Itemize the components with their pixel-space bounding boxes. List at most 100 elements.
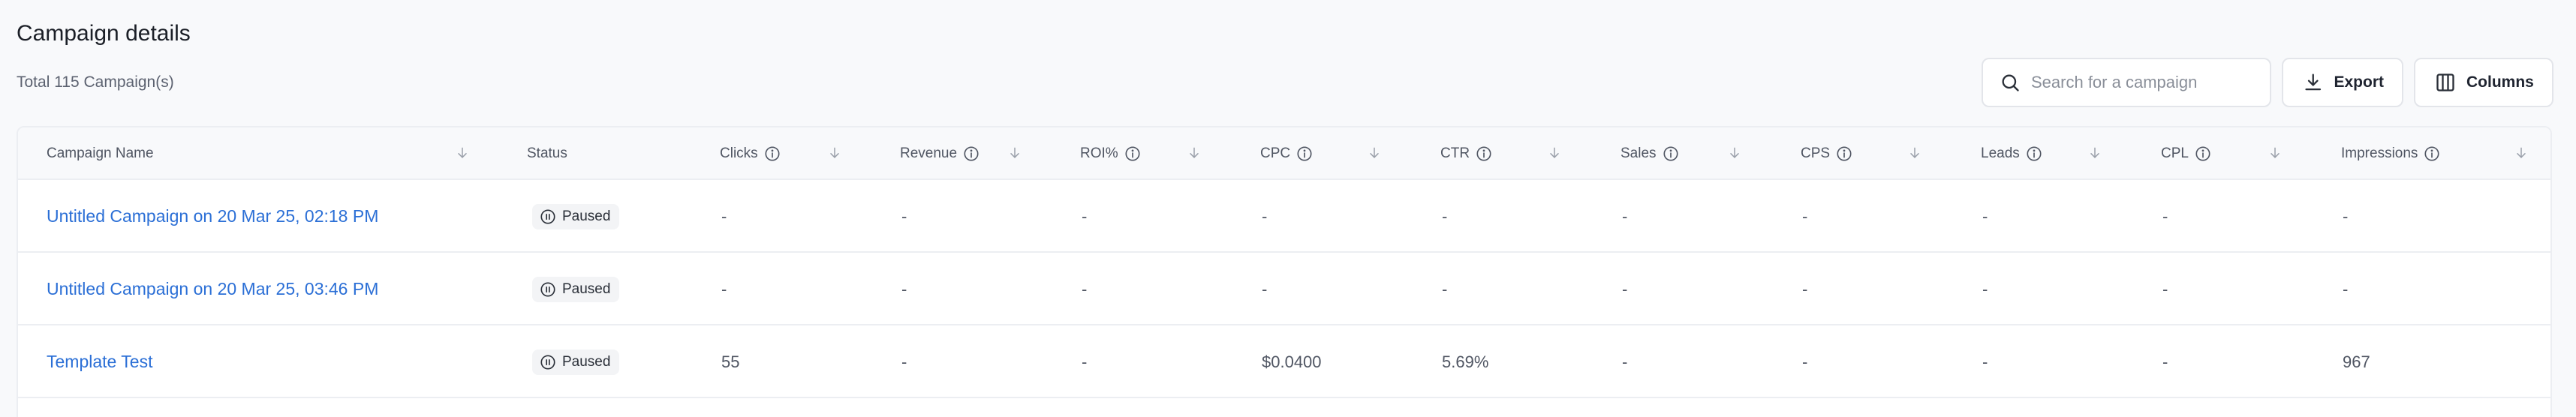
cell-value: 55 xyxy=(721,352,740,371)
cell-status: Paused xyxy=(532,253,620,326)
cell-value: - xyxy=(1622,352,1628,371)
download-icon xyxy=(2305,74,2322,91)
column-header-label: CPL xyxy=(2161,146,2189,161)
cell-value: - xyxy=(1082,352,1088,371)
cell-value: - xyxy=(1622,206,1628,226)
cell-value: - xyxy=(2162,352,2168,371)
sort-arrow-icon[interactable] xyxy=(1007,146,1022,164)
export-button[interactable]: Export xyxy=(2282,58,2403,107)
search-input[interactable] xyxy=(2031,73,2256,92)
columns-label: Columns xyxy=(2466,74,2534,91)
column-header-label: Sales xyxy=(1621,146,1657,161)
table-row[interactable]: Untitled Campaign on 20 Mar 25, 02:18 PM… xyxy=(18,180,2550,253)
sort-arrow-icon[interactable] xyxy=(827,146,842,164)
sort-arrow-icon[interactable] xyxy=(1187,146,1202,164)
cell-clicks: 55 xyxy=(721,326,739,398)
cell-ctr: 5.69% xyxy=(1442,326,1488,398)
status-label: Paused xyxy=(562,280,611,297)
column-header-status[interactable]: Status xyxy=(527,128,567,180)
cell-value: - xyxy=(1442,206,1448,226)
info-icon[interactable] xyxy=(1663,146,1679,162)
info-icon[interactable] xyxy=(2424,146,2440,162)
cell-value: - xyxy=(1442,279,1448,298)
export-label: Export xyxy=(2334,74,2384,91)
info-icon[interactable] xyxy=(2026,146,2042,162)
cell-revenue: - xyxy=(901,253,907,326)
campaign-name-link[interactable]: Untitled Campaign on 20 Mar 25, 03:46 PM xyxy=(47,279,378,299)
sort-arrow-icon[interactable] xyxy=(1907,146,1922,164)
column-header-cpc[interactable]: CPC xyxy=(1260,128,1313,180)
cell-roi: - xyxy=(1082,326,1087,398)
column-header-label: CPC xyxy=(1260,146,1291,161)
cell-name: Template Test xyxy=(47,326,152,398)
cell-cpc: - xyxy=(1262,180,1267,253)
cell-roi: - xyxy=(1082,253,1087,326)
info-icon[interactable] xyxy=(1296,146,1313,162)
campaign-table: Campaign Name Status Clicks Revenue ROI% CPC C… xyxy=(17,126,2552,417)
info-icon[interactable] xyxy=(1124,146,1141,162)
cell-sales: - xyxy=(1622,253,1627,326)
sort-arrow-icon[interactable] xyxy=(1727,146,1742,164)
cell-clicks: - xyxy=(721,180,727,253)
cell-cpc: - xyxy=(1262,253,1267,326)
cell-roi: - xyxy=(1082,180,1087,253)
cell-value: - xyxy=(2343,206,2349,226)
cell-leads: - xyxy=(1982,326,1988,398)
column-header-sales[interactable]: Sales xyxy=(1621,128,1679,180)
cell-name: Untitled Campaign on 20 Mar 25, 03:46 PM xyxy=(47,253,378,326)
column-header-label: CPS xyxy=(1801,146,1831,161)
info-icon[interactable] xyxy=(1836,146,1852,162)
campaign-name-link[interactable]: Template Test xyxy=(47,352,152,372)
info-icon[interactable] xyxy=(2195,146,2211,162)
sort-arrow-icon[interactable] xyxy=(2268,146,2283,164)
sort-arrow-icon[interactable] xyxy=(2514,146,2529,164)
column-header-label: Revenue xyxy=(900,146,958,161)
column-header-cps[interactable]: CPS xyxy=(1801,128,1852,180)
cell-status: Paused xyxy=(532,180,620,253)
cell-value: - xyxy=(1802,206,1808,226)
sort-arrow-icon[interactable] xyxy=(455,146,470,164)
column-header-leads[interactable]: Leads xyxy=(1981,128,2042,180)
cell-sales: - xyxy=(1622,326,1627,398)
column-header-name[interactable]: Campaign Name xyxy=(47,128,154,180)
cell-leads: - xyxy=(1982,253,1988,326)
total-campaign-count: Total 115 Campaign(s) xyxy=(17,74,174,91)
cell-clicks: - xyxy=(721,253,727,326)
table-row[interactable]: Template Test Paused 55 - - $0.0400 5.69% - - - - 9… xyxy=(18,326,2550,398)
campaign-name-link[interactable]: Untitled Campaign on 20 Mar 25, 02:18 PM xyxy=(47,206,378,226)
cell-value: - xyxy=(901,279,907,298)
columns-button[interactable]: Columns xyxy=(2414,58,2553,107)
status-badge: Paused xyxy=(532,203,620,230)
page-title: Campaign details xyxy=(17,21,191,46)
column-header-label: Status xyxy=(527,146,567,161)
column-header-impressions[interactable]: Impressions xyxy=(2341,128,2440,180)
cell-value: - xyxy=(2343,279,2349,298)
column-header-revenue[interactable]: Revenue xyxy=(900,128,980,180)
cell-value: - xyxy=(1982,206,1988,226)
info-icon[interactable] xyxy=(963,146,980,162)
cell-value: - xyxy=(1082,206,1088,226)
sort-arrow-icon[interactable] xyxy=(2087,146,2102,164)
cell-value: - xyxy=(1622,279,1628,298)
pause-icon xyxy=(540,208,556,225)
cell-value: - xyxy=(2162,279,2168,298)
toolbar: Export Columns xyxy=(1982,58,2553,107)
cell-value: - xyxy=(1982,352,1988,371)
column-header-roi[interactable]: ROI% xyxy=(1080,128,1141,180)
column-header-cpl[interactable]: CPL xyxy=(2161,128,2211,180)
cell-cpc: $0.0400 xyxy=(1262,326,1322,398)
table-row[interactable]: Untitled Campaign on 20 Mar 25, 03:46 PM… xyxy=(18,253,2550,326)
columns-icon xyxy=(2436,74,2454,92)
sort-arrow-icon[interactable] xyxy=(1547,146,1562,164)
cell-value: 967 xyxy=(2343,352,2370,371)
status-label: Paused xyxy=(562,353,611,370)
cell-value: - xyxy=(721,206,727,226)
cell-value: $0.0400 xyxy=(1262,352,1322,371)
info-icon[interactable] xyxy=(764,146,781,162)
info-icon[interactable] xyxy=(1476,146,1492,162)
cell-name: Untitled Campaign on 20 Mar 25, 02:18 PM xyxy=(47,180,378,253)
cell-value: - xyxy=(1082,279,1088,298)
column-header-ctr[interactable]: CTR xyxy=(1440,128,1492,180)
column-header-clicks[interactable]: Clicks xyxy=(720,128,781,180)
sort-arrow-icon[interactable] xyxy=(1367,146,1382,164)
